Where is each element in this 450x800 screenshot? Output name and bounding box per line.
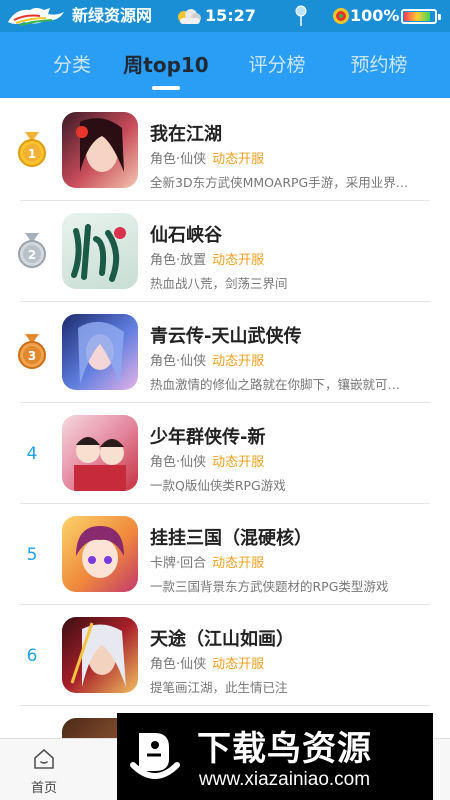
app-name: 青云传-天山武侠传: [150, 326, 302, 347]
list-item[interactable]: 5 挂挂三国（混硬核） 卡牌·回合 动态开服 一款三国背景东方武侠题材的RPG类型…: [0, 504, 450, 605]
app-server-status: 动态开服: [212, 657, 265, 672]
app-tags: 角色·放置 动态开服: [150, 249, 264, 268]
app-icon-image[interactable]: [62, 415, 138, 491]
app-description: 一款三国背景东方武侠题材的RPG类型游戏: [150, 579, 389, 594]
app-icon-image[interactable]: [62, 314, 138, 390]
app-name: 挂挂三国（混硬核）: [150, 528, 312, 549]
app-name: 天途（江山如画）: [150, 629, 294, 650]
svg-text:3: 3: [28, 349, 36, 363]
app-server-status: 动态开服: [212, 556, 265, 571]
nav-home-label: 首页: [30, 781, 57, 796]
app-icon-image[interactable]: [62, 516, 138, 592]
app-server-status: 动态开服: [212, 152, 265, 167]
ranking-list: 1 我在江湖 角色·仙侠 动态开服 全新3D东方武侠MMOARPG手游，采用业界……: [0, 98, 450, 738]
tab-reservation[interactable]: 预约榜: [340, 32, 418, 98]
app-category: 角色·仙侠: [150, 354, 207, 369]
list-item[interactable]: 3 青云传-天山武侠传 角色·仙侠 动态开服 热血激情的修仙之路就在你脚下，镶嵌就…: [0, 302, 450, 403]
tab-category[interactable]: 分类: [40, 32, 104, 98]
bird-logo-icon: [130, 733, 180, 779]
weather-icon: [178, 9, 201, 24]
app-description: 提笔画江湖，此生情已注: [150, 680, 288, 695]
watermark-url: www.xiazainiao.com: [199, 769, 371, 790]
tab-label: 评分榜: [248, 54, 306, 76]
gold-medal-icon: 1: [18, 132, 46, 167]
home-icon: [34, 749, 54, 769]
app-server-status: 动态开服: [212, 455, 265, 470]
list-item[interactable]: 6 天途（江山如画） 角色·仙侠 动态开服 提笔画江湖，此生情已注: [0, 605, 450, 706]
app-tags: 角色·仙侠 动态开服: [150, 653, 264, 672]
app-description: 热血战八荒，剑荡三界间: [150, 276, 288, 291]
site-name: 新绿资源网: [72, 6, 153, 25]
app-name: 少年群侠传-新: [150, 427, 266, 448]
app-description: 全新3D东方武侠MMOARPG手游，采用业界…: [150, 175, 409, 190]
app-tags: 卡牌·回合 动态开服: [150, 552, 264, 571]
app-tags: 角色·仙侠 动态开服: [150, 350, 264, 369]
battery-percent: 100%: [350, 6, 400, 25]
gem-icon: [333, 8, 349, 24]
silver-medal-icon: 2: [18, 233, 46, 268]
list-item[interactable]: 4 少年群侠传-新 角色·仙侠 动态开服 一款Q版仙侠类RPG游戏: [0, 403, 450, 504]
app-description: 一款Q版仙侠类RPG游戏: [150, 478, 286, 493]
bronze-medal-icon: 3: [18, 334, 46, 369]
app-category: 角色·放置: [150, 253, 207, 268]
app-tags: 角色·仙侠 动态开服: [150, 451, 264, 470]
rank-number: 5: [26, 545, 38, 565]
app-icon-image[interactable]: [62, 213, 138, 289]
active-tab-indicator: [152, 86, 180, 90]
tab-label: 预约榜: [350, 54, 408, 76]
location-pin-icon: [295, 5, 307, 26]
tab-bar: 分类 周top10 评分榜 预约榜: [0, 32, 450, 98]
app-server-status: 动态开服: [212, 354, 265, 369]
svg-text:1: 1: [28, 147, 36, 161]
rank-number: 6: [26, 646, 38, 666]
app-tags: 角色·仙侠 动态开服: [150, 148, 264, 167]
tab-label: 周top10: [123, 53, 209, 77]
watermark-title: 下载鸟资源: [197, 729, 372, 769]
app-name: 仙石峡谷: [150, 225, 222, 246]
watermark-banner: 下载鸟资源 www.xiazainiao.com: [117, 713, 433, 800]
nav-home[interactable]: 首页: [20, 743, 68, 797]
horse-logo-icon: [8, 8, 64, 26]
app-category: 角色·仙侠: [150, 152, 207, 167]
list-item[interactable]: 2 仙石峡谷 角色·放置 动态开服 热血战八荒，剑荡三界间: [0, 201, 450, 302]
app-icon-image[interactable]: [62, 112, 138, 188]
svg-text:2: 2: [28, 248, 36, 262]
status-bar: 新绿资源网 15:27 100%: [0, 0, 450, 32]
app-server-status: 动态开服: [212, 253, 265, 268]
rank-number: 4: [26, 444, 38, 464]
list-item[interactable]: 1 我在江湖 角色·仙侠 动态开服 全新3D东方武侠MMOARPG手游，采用业界…: [0, 100, 450, 201]
clock-time: 15:27: [205, 6, 256, 25]
app-name: 我在江湖: [150, 124, 222, 145]
app-category: 角色·仙侠: [150, 455, 207, 470]
app-description: 热血激情的修仙之路就在你脚下，镶嵌就可…: [150, 377, 401, 392]
tab-rating[interactable]: 评分榜: [238, 32, 316, 98]
app-icon-image[interactable]: [62, 617, 138, 693]
tab-label: 分类: [52, 54, 91, 76]
app-category: 角色·仙侠: [150, 657, 207, 672]
tab-weekly-top10[interactable]: 周top10: [112, 32, 220, 98]
battery-icon: [401, 9, 441, 24]
app-category: 卡牌·回合: [150, 556, 207, 571]
